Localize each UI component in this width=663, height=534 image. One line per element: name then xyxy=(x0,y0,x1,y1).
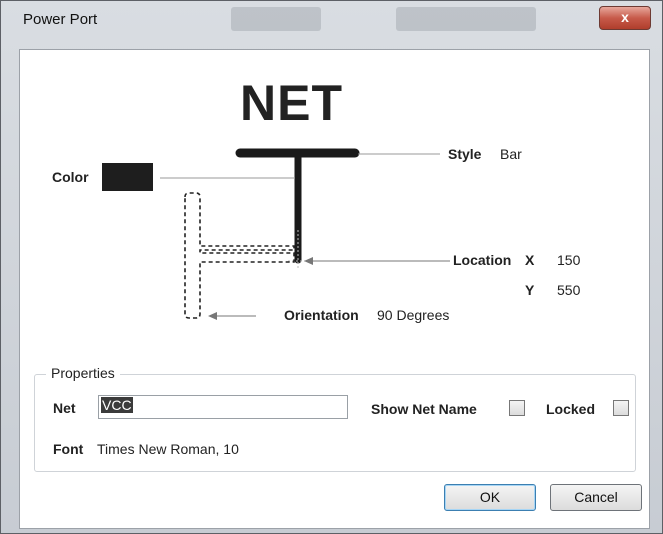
net-input[interactable]: VCC xyxy=(98,395,348,419)
properties-group: Properties xyxy=(34,365,636,472)
cancel-button[interactable]: Cancel xyxy=(550,484,642,511)
style-label: Style xyxy=(448,146,482,162)
background-blur xyxy=(231,7,321,31)
close-button[interactable]: x xyxy=(599,6,651,30)
locked-label: Locked xyxy=(546,401,596,417)
rotated-port-outline xyxy=(184,192,295,319)
color-swatch[interactable] xyxy=(102,163,153,191)
font-label: Font xyxy=(53,441,84,457)
dialog-title: Power Port xyxy=(23,11,98,28)
net-preview-text: NET xyxy=(240,75,343,131)
location-x-label: X xyxy=(525,252,535,268)
title-bar[interactable]: Power Port x xyxy=(1,1,662,35)
style-value[interactable]: Bar xyxy=(500,146,522,162)
background-blur xyxy=(396,7,536,31)
location-x-value[interactable]: 150 xyxy=(557,252,580,268)
ok-button[interactable]: OK xyxy=(444,484,536,511)
power-port-dialog: Power Port x NET Color Style Bar Locatio… xyxy=(0,0,663,534)
location-y-label: Y xyxy=(525,282,535,298)
close-icon: x xyxy=(621,9,629,25)
orientation-label: Orientation xyxy=(284,307,359,323)
location-y-value[interactable]: 550 xyxy=(557,282,580,298)
net-label: Net xyxy=(53,400,76,416)
net-input-value: VCC xyxy=(101,397,133,413)
color-label: Color xyxy=(52,169,89,185)
properties-legend: Properties xyxy=(46,365,120,381)
font-value[interactable]: Times New Roman, 10 xyxy=(97,441,239,457)
locked-checkbox[interactable] xyxy=(613,400,629,416)
show-net-name-label: Show Net Name xyxy=(371,401,477,417)
show-net-name-checkbox[interactable] xyxy=(509,400,525,416)
location-label: Location xyxy=(453,252,512,268)
orientation-value[interactable]: 90 Degrees xyxy=(377,307,449,323)
dialog-body: NET Color Style Bar Location X 150 Y 550… xyxy=(19,49,650,529)
